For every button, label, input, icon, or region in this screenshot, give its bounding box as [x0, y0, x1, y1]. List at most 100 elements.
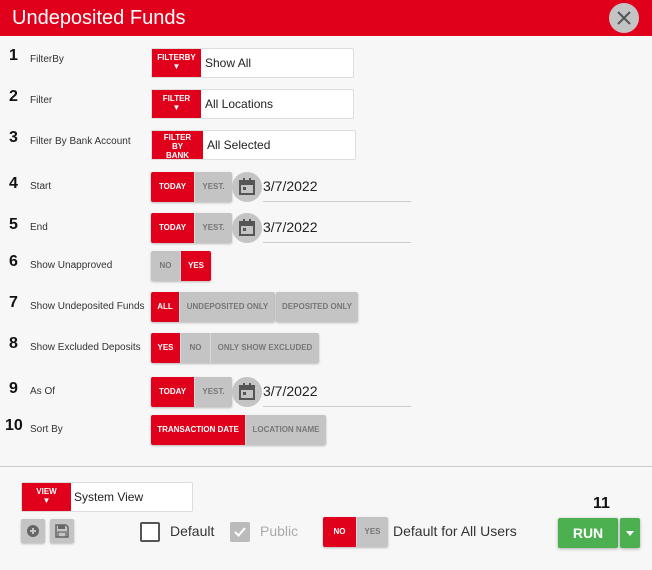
run-options-button[interactable] — [620, 518, 640, 548]
bank-tag-line: BY — [171, 142, 184, 151]
excluded-yes[interactable]: YES — [151, 333, 181, 363]
bank-account-combo[interactable]: FILTER BY BANK All Selected — [151, 130, 356, 160]
show-excluded-label: Show Excluded Deposits — [30, 342, 141, 353]
filter-label: Filter — [30, 95, 53, 106]
sort-location-name[interactable]: LOCATION NAME — [246, 415, 326, 445]
close-button[interactable] — [609, 3, 639, 33]
bank-account-tag[interactable]: FILTER BY BANK — [152, 131, 203, 160]
show-unapproved-yes[interactable]: YES — [181, 251, 211, 281]
add-circle-icon — [27, 525, 39, 537]
start-date-input[interactable]: 3/7/2022 — [263, 172, 411, 202]
end-yest-button[interactable]: YEST. — [195, 213, 232, 243]
as-of-row: 9 As Of TODAY YEST. 3/7/2022 — [0, 377, 652, 414]
as-of-yest-button[interactable]: YEST. — [195, 377, 232, 407]
step-number: 5 — [9, 216, 18, 233]
excluded-no[interactable]: NO — [181, 333, 211, 363]
end-calendar-button[interactable] — [232, 213, 262, 243]
start-label: Start — [30, 181, 52, 192]
start-quick-toggle: TODAY YEST. — [151, 172, 232, 202]
public-checkbox — [230, 522, 250, 542]
default-label: Default — [170, 523, 215, 539]
step-number: 6 — [9, 253, 18, 270]
start-calendar-button[interactable] — [232, 172, 262, 202]
show-undeposited-row: 7 Show Undeposited Funds ALL UNDEPOSITED… — [0, 292, 652, 328]
default-all-no[interactable]: NO — [323, 517, 357, 547]
start-row: 4 Start TODAY YEST. 3/7/2022 — [0, 172, 652, 209]
undeposited-only[interactable]: UNDEPOSITED ONLY — [180, 292, 275, 322]
chevron-down-icon — [626, 531, 634, 536]
filterby-row: 1 FilterBy FILTERBY ▼ Show All — [0, 47, 652, 81]
filterby-combo[interactable]: FILTERBY ▼ Show All — [151, 48, 354, 78]
filter-row: 2 Filter FILTER ▼ All Locations — [0, 88, 652, 122]
view-tag-label: VIEW — [36, 487, 57, 496]
save-view-button[interactable] — [50, 519, 74, 543]
step-number: 9 — [9, 380, 18, 397]
step-number: 2 — [9, 88, 18, 105]
bank-tag-line: BANK — [165, 151, 190, 160]
bank-account-label: Filter By Bank Account — [30, 136, 131, 147]
filterby-value: Show All — [205, 56, 252, 70]
bank-account-value: All Selected — [207, 138, 271, 152]
undeposited-all[interactable]: ALL — [151, 292, 180, 322]
view-tag[interactable]: VIEW ▼ — [22, 483, 71, 511]
add-view-button[interactable] — [21, 519, 45, 543]
show-undeposited-toggle-end: DEPOSITED ONLY — [276, 292, 358, 322]
save-icon — [55, 524, 69, 538]
as-of-calendar-button[interactable] — [232, 377, 262, 407]
end-quick-toggle: TODAY YEST. — [151, 213, 232, 243]
bank-account-row: 3 Filter By Bank Account FILTER BY BANK … — [0, 129, 652, 163]
show-undeposited-label: Show Undeposited Funds — [30, 301, 145, 312]
show-unapproved-label: Show Unapproved — [30, 260, 113, 271]
show-unapproved-row: 6 Show Unapproved NO YES — [0, 251, 652, 287]
view-combo[interactable]: VIEW ▼ System View — [21, 482, 193, 512]
step-number: 7 — [9, 294, 18, 311]
public-label: Public — [260, 523, 299, 539]
step-number: 3 — [9, 129, 18, 146]
filter-tag[interactable]: FILTER ▼ — [152, 90, 201, 118]
page-title: Undeposited Funds — [12, 7, 186, 29]
calendar-icon — [239, 219, 255, 236]
end-today-button[interactable]: TODAY — [151, 213, 195, 243]
filterby-tag-label: FILTERBY — [157, 53, 196, 62]
sort-transaction-date[interactable]: TRANSACTION DATE — [151, 415, 246, 445]
sort-by-row: 10 Sort By TRANSACTION DATE LOCATION NAM… — [0, 415, 652, 451]
start-yest-button[interactable]: YEST. — [195, 172, 232, 202]
as-of-today-button[interactable]: TODAY — [151, 377, 195, 407]
show-excluded-toggle: YES NO ONLY SHOW EXCLUDED — [151, 333, 319, 363]
calendar-icon — [239, 383, 255, 400]
calendar-icon — [239, 178, 255, 195]
sort-by-label: Sort By — [30, 424, 63, 435]
step-number: 11 — [593, 495, 610, 512]
filter-combo[interactable]: FILTER ▼ All Locations — [151, 89, 354, 119]
show-undeposited-toggle: ALL UNDEPOSITED ONLY — [151, 292, 275, 322]
excluded-only[interactable]: ONLY SHOW EXCLUDED — [211, 333, 319, 363]
chevron-down-icon: ▼ — [172, 62, 181, 71]
check-icon — [234, 527, 246, 537]
title-bar: Undeposited Funds — [0, 0, 652, 36]
as-of-quick-toggle: TODAY YEST. — [151, 377, 232, 407]
show-unapproved-toggle: NO YES — [151, 251, 211, 281]
view-value: System View — [74, 490, 144, 504]
run-button[interactable]: RUN — [558, 518, 618, 548]
filterby-tag[interactable]: FILTERBY ▼ — [152, 49, 201, 77]
filterby-label: FilterBy — [30, 54, 64, 65]
deposited-only[interactable]: DEPOSITED ONLY — [276, 292, 358, 322]
default-checkbox[interactable] — [140, 522, 160, 542]
end-label: End — [30, 222, 48, 233]
chevron-down-icon: ▼ — [172, 103, 181, 112]
start-today-button[interactable]: TODAY — [151, 172, 195, 202]
as-of-date-input[interactable]: 3/7/2022 — [263, 377, 411, 407]
filter-value: All Locations — [205, 97, 274, 111]
end-date-input[interactable]: 3/7/2022 — [263, 213, 411, 243]
default-all-users-label: Default for All Users — [393, 523, 517, 539]
show-unapproved-no[interactable]: NO — [151, 251, 181, 281]
bank-tag-line: FILTER — [163, 133, 192, 142]
step-number: 4 — [9, 175, 18, 192]
default-all-users-toggle: NO YES — [323, 517, 388, 547]
step-number: 1 — [9, 47, 18, 64]
footer-divider — [0, 466, 652, 467]
chevron-down-icon: ▼ — [42, 496, 51, 505]
step-number: 8 — [9, 335, 18, 352]
step-number: 10 — [5, 417, 23, 434]
default-all-yes[interactable]: YES — [357, 517, 388, 547]
